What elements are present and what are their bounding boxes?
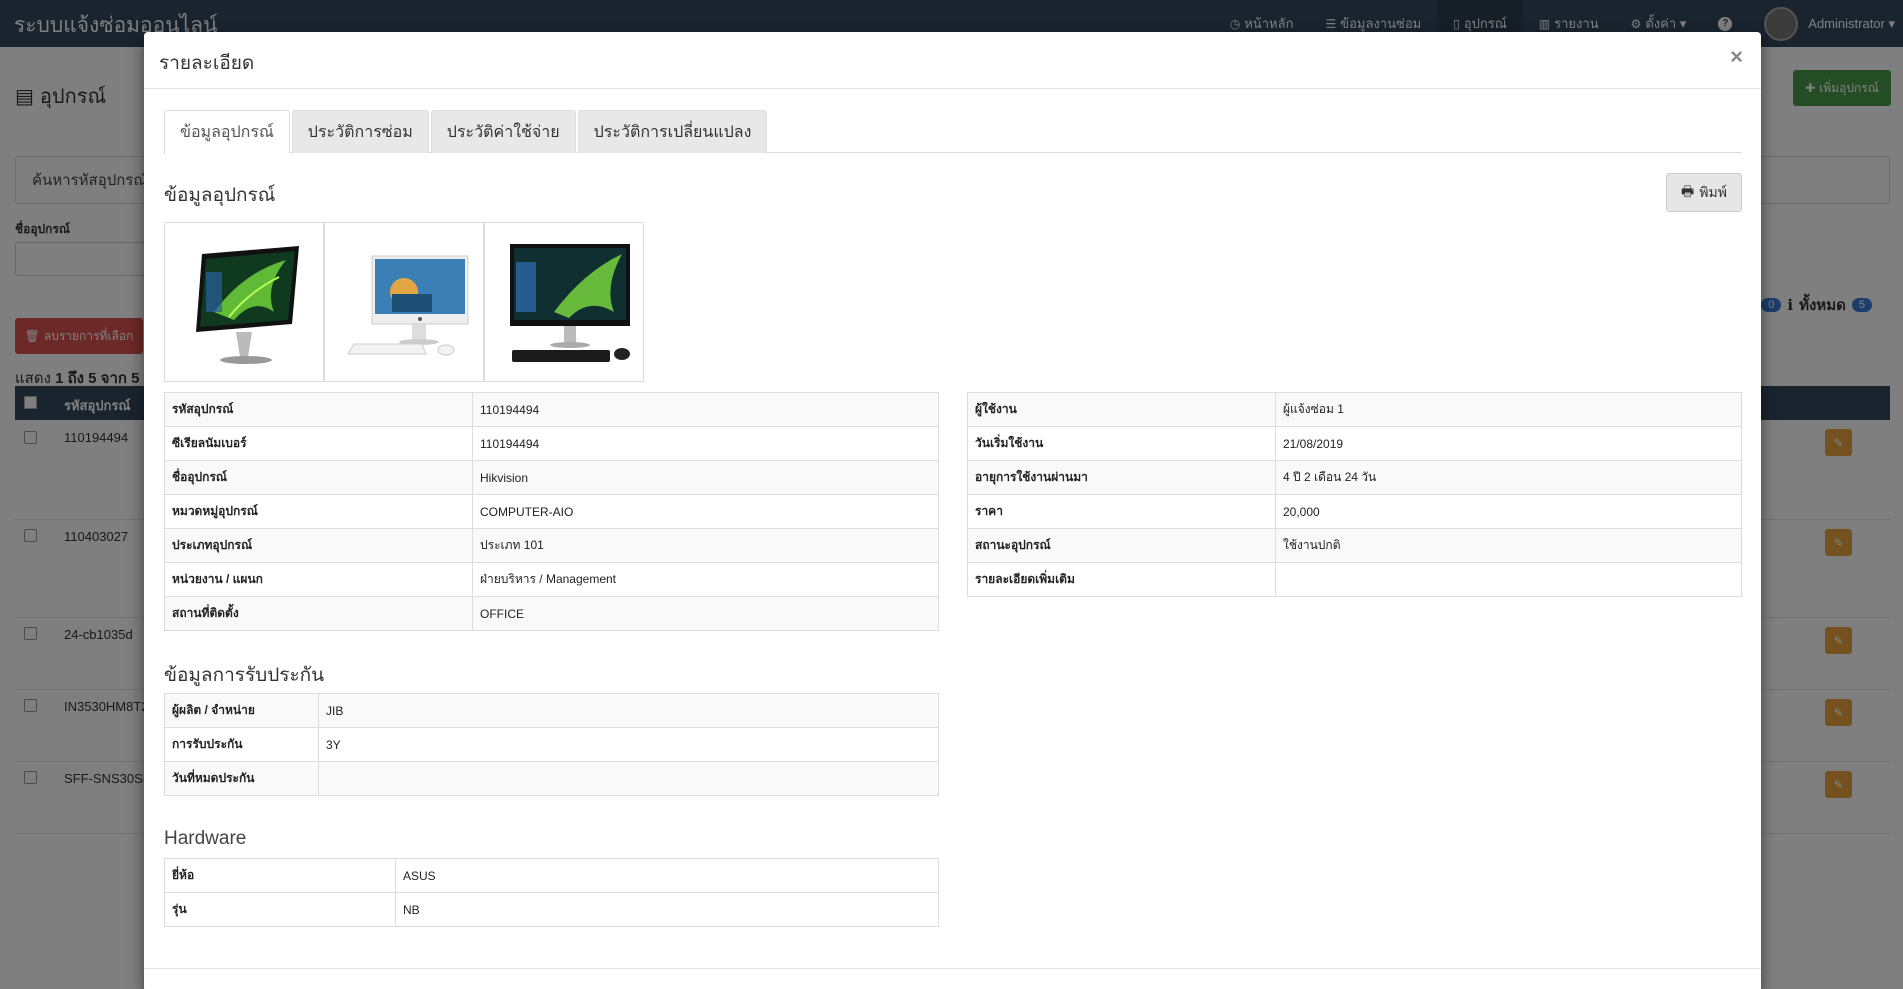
info-key: ผู้ผลิต / จำหน่าย	[164, 693, 319, 728]
info-value: Hikvision	[472, 460, 939, 495]
device-info-left-table: รหัสอุปกรณ์ 110194494 ซีเรียลนัมเบอร์ 11019…	[164, 392, 939, 631]
info-row: รหัสอุปกรณ์ 110194494	[164, 392, 939, 427]
detail-tabs: ข้อมูลอุปกรณ์ ประวัติการซ่อม ประวัติค่าใ…	[164, 110, 1742, 154]
info-value: 110194494	[472, 392, 939, 427]
info-row: ยี่ห้อ ASUS	[164, 858, 939, 893]
info-key: รายละเอียดเพิ่มเติม	[967, 562, 1276, 597]
printer-icon: 🖶	[1681, 182, 1695, 199]
info-key: ยี่ห้อ	[164, 858, 396, 893]
info-key: หมวดหมู่อุปกรณ์	[164, 494, 473, 529]
info-key: รุ่น	[164, 892, 396, 927]
tab-repair-history[interactable]: ประวัติการซ่อม	[291, 110, 429, 153]
section-title-warranty: ข้อมูลการรับประกัน	[164, 665, 325, 686]
device-images	[164, 222, 644, 382]
info-key: หน่วยงาน / แผนก	[164, 562, 473, 597]
info-value: OFFICE	[472, 596, 939, 631]
info-value: JIB	[318, 693, 939, 728]
info-key: สถานที่ติดตั้ง	[164, 596, 473, 631]
info-row: วันที่หมดประกัน	[164, 761, 939, 796]
close-icon[interactable]: ×	[1730, 44, 1743, 70]
info-key: รหัสอุปกรณ์	[164, 392, 473, 427]
info-row: ชื่ออุปกรณ์ Hikvision	[164, 460, 939, 495]
device-image[interactable]	[324, 222, 484, 382]
info-key: ประเภทอุปกรณ์	[164, 528, 473, 563]
device-info-right-table: ผู้ใช้งาน ผู้แจ้งซ่อม 1 วันเริ่มใช้งาน 21/0…	[967, 392, 1742, 597]
hardware-table: ยี่ห้อ ASUS รุ่น NB	[164, 858, 939, 927]
info-key: สถานะอุปกรณ์	[967, 528, 1276, 563]
modal-footer-divider	[144, 968, 1761, 969]
info-value: 20,000	[1275, 494, 1742, 529]
print-button[interactable]: 🖶 พิมพ์	[1666, 173, 1742, 212]
info-key: การรับประกัน	[164, 727, 319, 762]
info-value	[1275, 562, 1742, 597]
section-title-device: ข้อมูลอุปกรณ์	[164, 185, 276, 206]
info-row: อายุการใช้งานผ่านมา 4 ปี 2 เดือน 24 วัน	[967, 460, 1742, 495]
info-row: ผู้ใช้งาน ผู้แจ้งซ่อม 1	[967, 392, 1742, 427]
section-title-hardware: Hardware	[164, 828, 247, 849]
info-value: 4 ปี 2 เดือน 24 วัน	[1275, 460, 1742, 495]
info-row: การรับประกัน 3Y	[164, 727, 939, 762]
info-row: รายละเอียดเพิ่มเติม	[967, 562, 1742, 597]
info-value	[318, 761, 939, 796]
info-key: ราคา	[967, 494, 1276, 529]
warranty-table: ผู้ผลิต / จำหน่าย JIB การรับประกัน 3Y วันที่…	[164, 693, 939, 796]
info-row: หมวดหมู่อุปกรณ์ COMPUTER-AIO	[164, 494, 939, 529]
info-row: สถานที่ติดตั้ง OFFICE	[164, 596, 939, 631]
tab-expense-history[interactable]: ประวัติค่าใช้จ่าย	[430, 110, 576, 153]
modal-header: รายละเอียด ×	[144, 32, 1761, 89]
info-key: ซีเรียลนัมเบอร์	[164, 426, 473, 461]
modal-title: รายละเอียด	[159, 53, 255, 74]
print-label: พิมพ์	[1699, 183, 1727, 200]
info-value: ใช้งานปกติ	[1275, 528, 1742, 563]
info-value: ผู้แจ้งซ่อม 1	[1275, 392, 1742, 427]
info-row: ประเภทอุปกรณ์ ประเภท 101	[164, 528, 939, 563]
info-key: อายุการใช้งานผ่านมา	[967, 460, 1276, 495]
info-row: รุ่น NB	[164, 892, 939, 927]
info-value: COMPUTER-AIO	[472, 494, 939, 529]
info-key: วันเริ่มใช้งาน	[967, 426, 1276, 461]
info-value: 3Y	[318, 727, 939, 762]
info-key: ผู้ใช้งาน	[967, 392, 1276, 427]
info-value: ฝ่ายบริหาร / Management	[472, 562, 939, 597]
tab-device-info[interactable]: ข้อมูลอุปกรณ์	[164, 110, 290, 154]
info-row: วันเริ่มใช้งาน 21/08/2019	[967, 426, 1742, 461]
info-value: ประเภท 101	[472, 528, 939, 563]
details-modal: รายละเอียด × ข้อมูลอุปกรณ์ ประวัติการซ่อ…	[144, 32, 1761, 989]
info-value: 110194494	[472, 426, 939, 461]
info-row: สถานะอุปกรณ์ ใช้งานปกติ	[967, 528, 1742, 563]
info-key: ชื่ออุปกรณ์	[164, 460, 473, 495]
info-row: ผู้ผลิต / จำหน่าย JIB	[164, 693, 939, 728]
info-row: หน่วยงาน / แผนก ฝ่ายบริหาร / Management	[164, 562, 939, 597]
info-row: ซีเรียลนัมเบอร์ 110194494	[164, 426, 939, 461]
tab-change-history[interactable]: ประวัติการเปลี่ยนแปลง	[577, 110, 768, 153]
info-key: วันที่หมดประกัน	[164, 761, 319, 796]
info-value: ASUS	[395, 858, 939, 893]
info-row: ราคา 20,000	[967, 494, 1742, 529]
device-image[interactable]	[164, 222, 324, 382]
info-value: NB	[395, 892, 939, 927]
info-value: 21/08/2019	[1275, 426, 1742, 461]
device-image[interactable]	[484, 222, 644, 382]
